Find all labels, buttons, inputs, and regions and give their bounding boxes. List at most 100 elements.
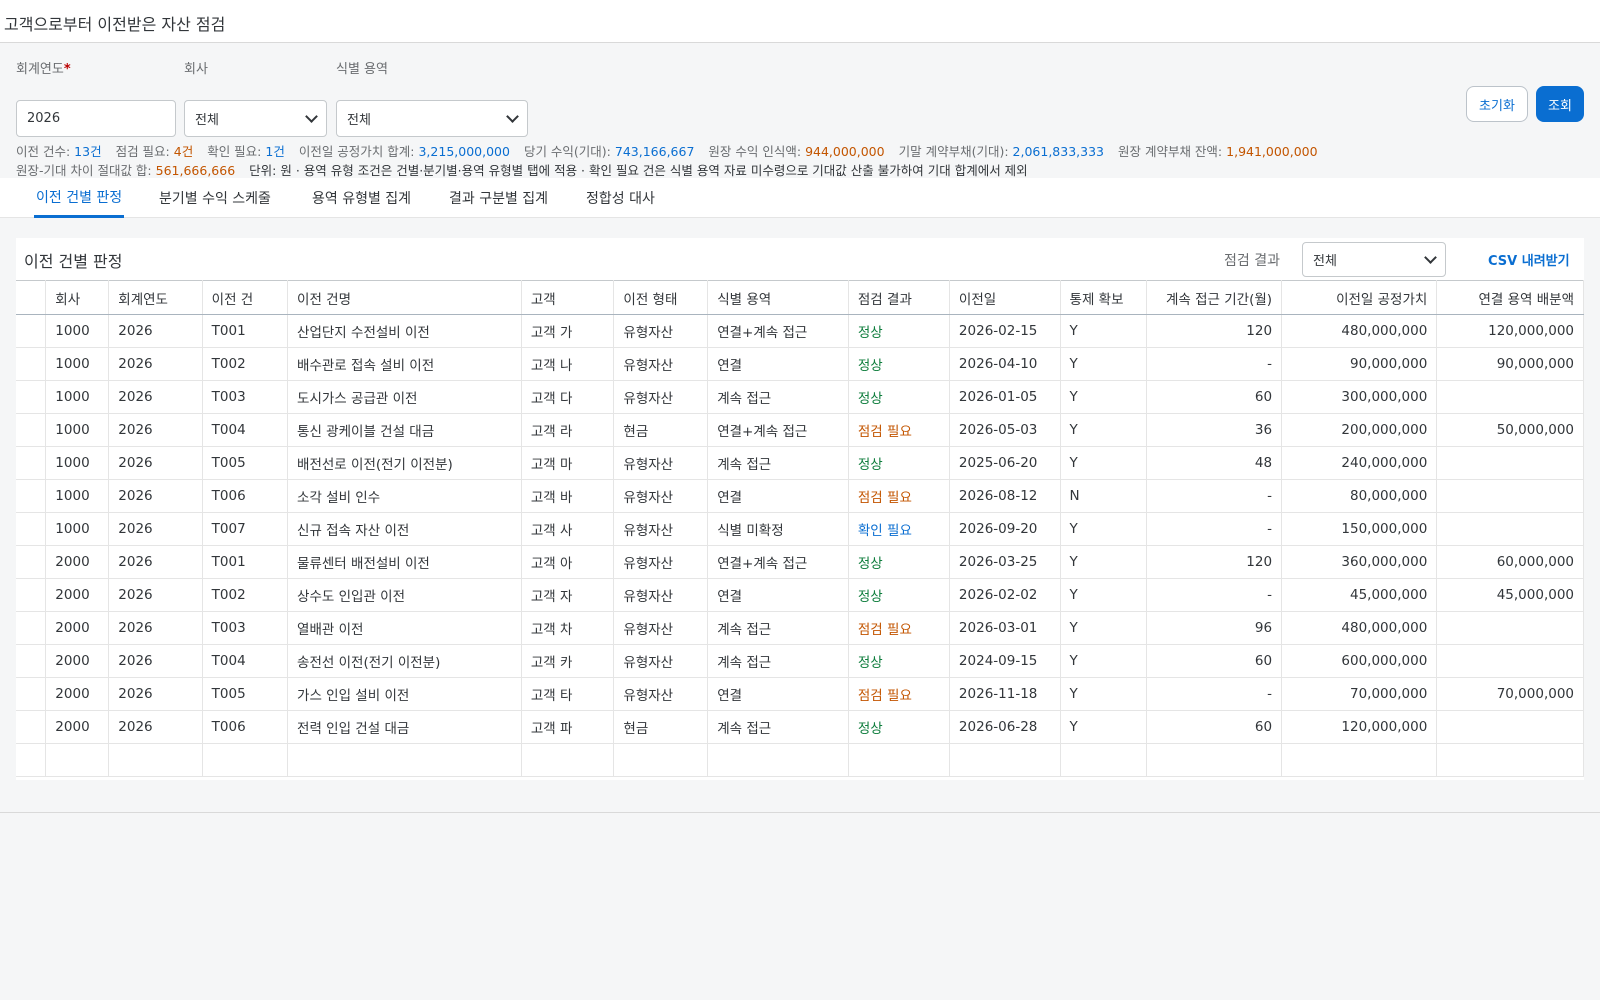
column-header[interactable] xyxy=(16,280,47,315)
summary-item-label: 기말 계약부채(기대): xyxy=(898,144,1009,159)
row-selector[interactable] xyxy=(16,446,47,480)
summary-diff-value: 561,666,666 xyxy=(155,163,236,178)
tab-quarterly-schedule[interactable]: 분기별 수익 스케줄 xyxy=(157,178,273,218)
table-cell: 90,000,000 xyxy=(1436,347,1584,381)
table-cell: T003 xyxy=(202,380,289,414)
column-header[interactable]: 고객 xyxy=(521,280,615,315)
table-row[interactable]: 2000 2026 T005 가스 인입 설비 이전 고객 타 유형자산 연결 점검 필요 20… xyxy=(16,677,1584,711)
table-cell: 연결 xyxy=(707,347,849,381)
row-selector[interactable] xyxy=(16,677,47,711)
table-cell: 2000 xyxy=(45,611,110,645)
table-row[interactable]: 2000 2026 T002 상수도 인입관 이전 고객 자 유형자산 연결 정상 2026-0… xyxy=(16,578,1584,612)
row-selector[interactable] xyxy=(16,347,47,381)
summary-item: 기말 계약부채(기대): 2,061,833,333 xyxy=(899,144,1104,159)
company-field: 회사 전체 xyxy=(184,58,327,137)
summary-item-label: 확인 필요: xyxy=(207,144,262,159)
table-cell: 물류센터 배전설비 이전 xyxy=(287,545,522,579)
column-header[interactable]: 이전 형태 xyxy=(613,280,709,315)
column-header[interactable]: 이전 건 xyxy=(202,280,289,315)
table-cell: 유형자산 xyxy=(613,314,709,348)
table-cell: 2026 xyxy=(108,446,203,480)
table-cell: 식별 미확정 xyxy=(707,512,849,546)
table-cell: 36 xyxy=(1146,413,1283,447)
column-header[interactable]: 연결 용역 배분액 xyxy=(1436,280,1584,315)
table-cell: 송전선 이전(전기 이전분) xyxy=(287,644,522,678)
column-header[interactable]: 점검 결과 xyxy=(848,280,950,315)
table-cell: 유형자산 xyxy=(613,380,709,414)
reset-button[interactable]: 초기화 xyxy=(1466,86,1528,122)
tab-bar: 이전 건별 판정 분기별 수익 스케줄 용역 유형별 집계 결과 구분별 집계 … xyxy=(0,178,1600,218)
table-cell: 고객 아 xyxy=(521,545,615,579)
table-cell: 120,000,000 xyxy=(1436,314,1584,348)
column-header[interactable]: 회계연도 xyxy=(108,280,203,315)
row-selector[interactable] xyxy=(16,512,47,546)
table-cell: 전력 인입 건설 대금 xyxy=(287,710,522,744)
table-row[interactable]: 1000 2026 T002 배수관로 접속 설비 이전 고객 나 유형자산 연결 정상 202… xyxy=(16,347,1584,381)
table-cell: 2026-11-18 xyxy=(949,677,1061,711)
row-selector[interactable] xyxy=(16,710,47,744)
tab-transfer-judgement[interactable]: 이전 건별 판정 xyxy=(34,178,125,218)
table-cell: T002 xyxy=(202,347,289,381)
fiscal-year-input[interactable] xyxy=(16,100,176,137)
table-cell: 2026-08-12 xyxy=(949,479,1061,513)
table-cell: 2026 xyxy=(108,644,203,678)
table-row[interactable]: 2000 2026 T004 송전선 이전(전기 이전분) 고객 카 유형자산 계속 접근 정… xyxy=(16,644,1584,678)
row-selector[interactable] xyxy=(16,314,47,348)
table-row[interactable]: 1000 2026 T006 소각 설비 인수 고객 바 유형자산 연결 점검 필요 2026-… xyxy=(16,479,1584,513)
column-header[interactable]: 통제 확보 xyxy=(1060,280,1148,315)
csv-download-button[interactable]: CSV 내려받기 xyxy=(1488,250,1570,269)
identified-service-select[interactable]: 전체 xyxy=(336,100,528,137)
table-cell: 정상 xyxy=(848,710,950,744)
identified-service-select-value: 전체 xyxy=(347,113,371,128)
table-cell xyxy=(1436,611,1584,645)
table-row[interactable]: 1000 2026 T004 통신 광케이블 건설 대금 고객 라 현금 연결+계속 접근 점… xyxy=(16,413,1584,447)
fiscal-year-label: 회계연도 xyxy=(16,62,64,77)
table-cell: T002 xyxy=(202,578,289,612)
table-row[interactable]: 2000 2026 T006 전력 인입 건설 대금 고객 파 현금 계속 접근 정상 2026… xyxy=(16,710,1584,744)
table-cell: 정상 xyxy=(848,347,950,381)
row-selector[interactable] xyxy=(16,413,47,447)
table-cell: 2026 xyxy=(108,413,203,447)
table-row[interactable]: 1000 2026 T007 신규 접속 자산 이전 고객 사 유형자산 식별 미확정 확인 … xyxy=(16,512,1584,546)
table-cell: 고객 나 xyxy=(521,347,615,381)
table-cell: 1000 xyxy=(45,479,110,513)
tab-result-summary[interactable]: 결과 구분별 집계 xyxy=(447,178,550,218)
table-row[interactable]: 1000 2026 T005 배전선로 이전(전기 이전분) 고객 마 유형자산 계속 접근… xyxy=(16,446,1584,480)
table-cell: 유형자산 xyxy=(613,545,709,579)
summary-note: 단위: 원 · 용역 유형 조건은 건별·분기별·용역 유형별 탭에 적용 · … xyxy=(249,163,1028,178)
row-selector[interactable] xyxy=(16,545,47,579)
column-header[interactable]: 계속 접근 기간(월) xyxy=(1146,280,1283,315)
table-row[interactable]: 2000 2026 T003 열배관 이전 고객 차 유형자산 계속 접근 점검 필요 2026… xyxy=(16,611,1584,645)
search-button[interactable]: 조회 xyxy=(1536,86,1584,122)
column-header[interactable]: 식별 용역 xyxy=(707,280,849,315)
row-selector[interactable] xyxy=(16,611,47,645)
tab-service-type-summary[interactable]: 용역 유형별 집계 xyxy=(310,178,413,218)
table-cell: 계속 접근 xyxy=(707,710,849,744)
table-cell: 현금 xyxy=(613,710,709,744)
table-row[interactable]: 2000 2026 T001 물류센터 배전설비 이전 고객 아 유형자산 연결+계속 접근… xyxy=(16,545,1584,579)
column-header[interactable]: 이전일 xyxy=(949,280,1061,315)
table-cell: 2026-09-20 xyxy=(949,512,1061,546)
table-cell: 계속 접근 xyxy=(707,446,849,480)
column-header[interactable]: 회사 xyxy=(45,280,110,315)
table-cell: 유형자산 xyxy=(613,578,709,612)
table-cell: 가스 인입 설비 이전 xyxy=(287,677,522,711)
row-selector[interactable] xyxy=(16,380,47,414)
table-cell: 70,000,000 xyxy=(1436,677,1584,711)
table-cell: Y xyxy=(1060,578,1148,612)
row-selector[interactable] xyxy=(16,644,47,678)
table-cell: 고객 사 xyxy=(521,512,615,546)
table-cell: 연결 xyxy=(707,677,849,711)
company-select[interactable]: 전체 xyxy=(184,100,327,137)
table-row[interactable]: 1000 2026 T003 도시가스 공급관 이전 고객 다 유형자산 계속 접근 정상 20… xyxy=(16,380,1584,414)
row-selector[interactable] xyxy=(16,479,47,513)
column-header[interactable]: 이전 건명 xyxy=(287,280,522,315)
column-header[interactable]: 이전일 공정가치 xyxy=(1281,280,1438,315)
table-cell: 120 xyxy=(1146,545,1283,579)
row-selector[interactable] xyxy=(16,578,47,612)
tab-reconciliation[interactable]: 정합성 대사 xyxy=(584,178,657,218)
result-filter-select[interactable]: 전체 xyxy=(1302,242,1446,277)
empty-row xyxy=(16,743,1584,777)
table-row[interactable]: 1000 2026 T001 산업단지 수전설비 이전 고객 가 유형자산 연결+계속 접근… xyxy=(16,314,1584,348)
table-cell: 신규 접속 자산 이전 xyxy=(287,512,522,546)
